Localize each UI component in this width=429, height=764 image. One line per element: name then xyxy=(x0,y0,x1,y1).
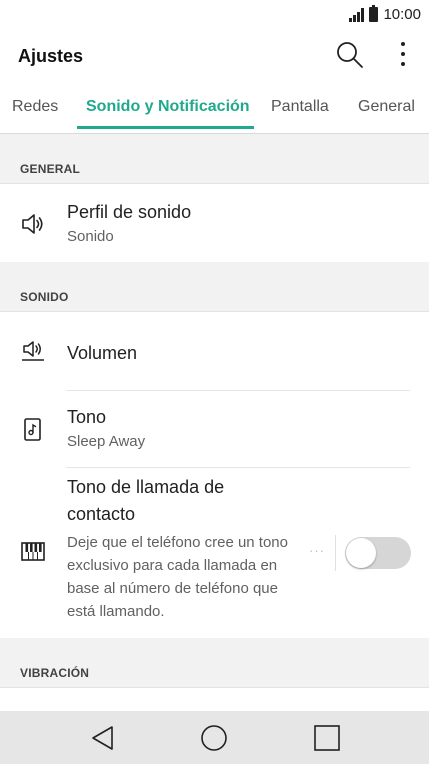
section-header-sonido: SONIDO xyxy=(0,262,429,312)
tab-pantalla[interactable]: Pantalla xyxy=(271,98,329,116)
item-title: Tono xyxy=(67,407,107,427)
active-tab-indicator xyxy=(77,126,254,129)
recents-icon[interactable] xyxy=(312,723,342,753)
speaker-icon xyxy=(22,214,43,234)
item-description: Deje que el teléfono cree un tono exclus… xyxy=(67,534,288,620)
status-bar: 10:00 xyxy=(0,0,429,30)
item-subtitle: Sleep Away xyxy=(67,433,146,450)
settings-list[interactable]: GENERAL Perfil de sonido Sonido SONIDO V… xyxy=(0,134,429,711)
section-title: VIBRACIÓN xyxy=(20,666,90,680)
section-header-general: GENERAL xyxy=(0,134,429,184)
signal-icon xyxy=(349,7,365,22)
list-item-volumen[interactable]: Volumen xyxy=(0,313,429,391)
item-title: Tono de llamada de contacto xyxy=(67,477,225,524)
list-item-tono[interactable]: Tono Sleep Away xyxy=(0,391,429,468)
more-options-button[interactable] xyxy=(388,38,418,72)
toggle-knob xyxy=(346,538,376,568)
back-icon[interactable] xyxy=(88,723,118,753)
status-time: 10:00 xyxy=(383,6,421,23)
battery-icon xyxy=(369,5,379,22)
tab-bar: Redes Sonido y Notificación Pantalla Gen… xyxy=(0,82,429,134)
tab-sonido-notificacion[interactable]: Sonido y Notificación xyxy=(86,98,250,116)
contact-ringtone-toggle[interactable] xyxy=(345,537,411,569)
vertical-divider xyxy=(335,535,336,571)
piano-icon xyxy=(21,542,45,561)
navigation-bar xyxy=(0,711,429,764)
list-item-perfil-sonido[interactable]: Perfil de sonido Sonido xyxy=(0,185,429,262)
more-settings-button[interactable]: ··· xyxy=(309,543,325,558)
item-title: Perfil de sonido xyxy=(67,202,192,222)
home-icon[interactable] xyxy=(199,723,229,753)
ringtone-icon xyxy=(24,418,41,441)
section-title: GENERAL xyxy=(20,162,81,176)
page-title: Ajustes xyxy=(18,46,84,66)
search-button[interactable] xyxy=(333,38,367,72)
item-title: Volumen xyxy=(67,343,138,363)
section-header-vibracion: VIBRACIÓN xyxy=(0,638,429,688)
item-subtitle: Sonido xyxy=(67,228,114,245)
tab-general[interactable]: General xyxy=(358,98,415,116)
list-item-tono-contacto[interactable]: Tono de llamada de contacto Deje que el … xyxy=(0,468,429,638)
volume-icon xyxy=(22,341,44,361)
search-icon xyxy=(337,42,363,68)
tab-redes[interactable]: Redes xyxy=(12,98,58,116)
section-title: SONIDO xyxy=(20,290,69,304)
app-bar: Ajustes xyxy=(0,30,429,82)
status-icons: 10:00 xyxy=(349,5,421,23)
more-vert-icon xyxy=(401,42,405,66)
